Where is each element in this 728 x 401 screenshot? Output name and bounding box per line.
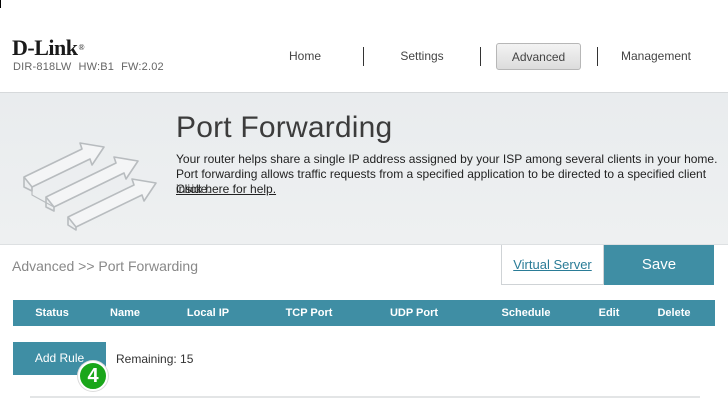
port-forwarding-arrows-icon (23, 142, 157, 231)
nav-advanced[interactable]: Advanced (496, 43, 581, 70)
column-header-name: Name (110, 307, 140, 319)
device-info: DIR-818LW HW:B1 FW:2.02 (13, 61, 171, 73)
column-header-status: Status (35, 307, 69, 319)
divider (30, 396, 700, 398)
virtual-server-tab: Virtual Server (501, 245, 604, 285)
top-bar: D-Link® DIR-818LW HW:B1 FW:2.02 Home Setti… (0, 0, 728, 92)
save-button[interactable]: Save (604, 245, 714, 285)
column-header-udp-port: UDP Port (389, 307, 439, 319)
column-header-tcp-port: TCP Port (285, 307, 333, 319)
step-number-badge: 4 (78, 361, 108, 391)
virtual-server-link[interactable]: Virtual Server (502, 257, 603, 272)
nav-separator (480, 47, 481, 66)
nav-settings[interactable]: Settings (385, 43, 459, 70)
model-name: DIR-818LW (13, 61, 72, 73)
breadcrumb: Advanced >> Port Forwarding (12, 258, 198, 274)
breadcrumb-bar: Advanced >> Port Forwarding Virtual Serv… (0, 244, 728, 287)
column-header-edit: Edit (598, 307, 620, 319)
rules-table-header: Status Name Local IP TCP Port UDP Port S… (13, 300, 715, 326)
column-header-schedule: Schedule (501, 307, 551, 319)
hardware-version: HW:B1 (78, 61, 115, 73)
nav-separator (597, 47, 598, 66)
page-banner: Port Forwarding Your router helps share … (0, 92, 728, 244)
dlink-logo: D-Link® (12, 35, 85, 60)
firmware-version: FW:2.02 (121, 61, 164, 73)
column-header-delete: Delete (657, 307, 691, 319)
nav-home[interactable]: Home (268, 43, 342, 70)
remaining-count: Remaining: 15 (116, 352, 194, 366)
column-header-local-ip: Local IP (186, 307, 230, 319)
help-link[interactable]: Click here for help. (176, 182, 276, 196)
corner-mark (0, 0, 1, 8)
nav-management[interactable]: Management (610, 43, 702, 70)
nav-separator (363, 47, 364, 66)
page-title: Port Forwarding (176, 111, 393, 144)
